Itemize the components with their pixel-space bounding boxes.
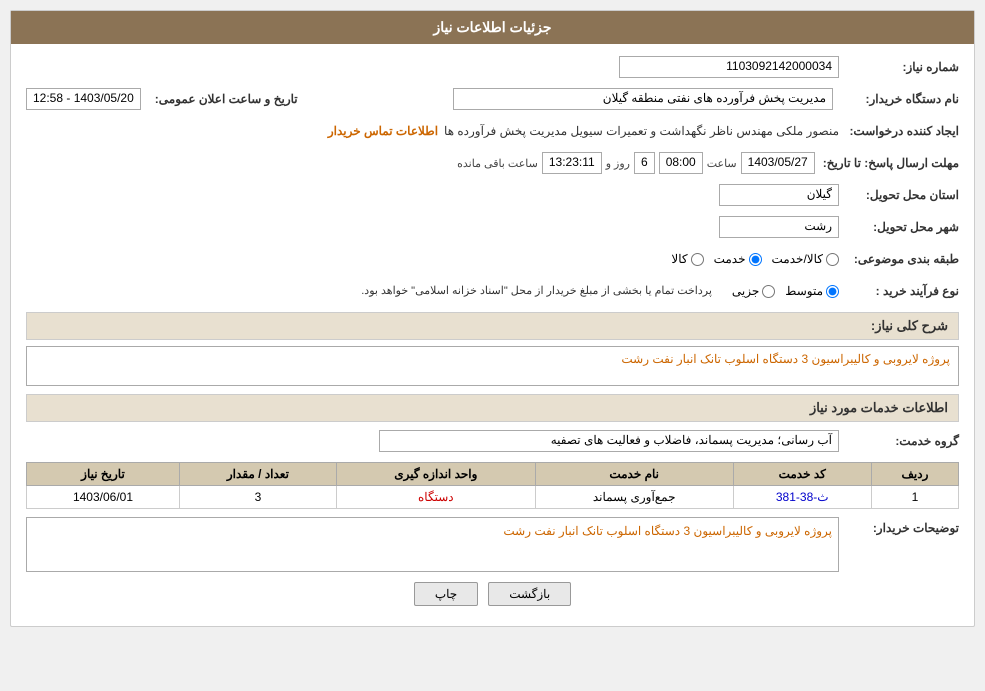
contact-link[interactable]: اطلاعات تماس خریدار [328, 124, 438, 138]
radio-mottavaset-label: متوسط [785, 284, 823, 298]
reply-date: 1403/05/27 [741, 152, 815, 174]
requester-value: منصور ملکی مهندس ناظر نگهداشت و تعمیرات … [444, 124, 839, 138]
city-value: رشت [719, 216, 839, 238]
cell-service-name: جمع‌آوری پسماند [535, 486, 733, 509]
province-value: گیلان [719, 184, 839, 206]
radio-jozei-label: جزیی [732, 284, 759, 298]
cell-row-num: 1 [871, 486, 958, 509]
radio-kala-input[interactable] [691, 253, 704, 266]
radio-khedmat-label: خدمت [714, 252, 746, 266]
radio-mottavaset[interactable]: متوسط [785, 284, 839, 298]
services-table: ردیف کد خدمت نام خدمت واحد اندازه گیری ت… [26, 462, 959, 509]
cell-unit: دستگاه [336, 486, 535, 509]
cell-service-code: ث-38-381 [733, 486, 871, 509]
purchase-note: پرداخت تمام یا بخشی از مبلغ خریدار از مح… [361, 284, 712, 297]
reply-deadline-label: مهلت ارسال پاسخ: تا تاریخ: [815, 156, 959, 170]
reply-remaining-label: ساعت باقی مانده [457, 157, 538, 170]
col-quantity: تعداد / مقدار [179, 463, 336, 486]
reply-time: 08:00 [659, 152, 703, 174]
print-button[interactable]: چاپ [414, 582, 478, 606]
radio-kala-khedmat-input[interactable] [826, 253, 839, 266]
services-info-header: اطلاعات خدمات مورد نیاز [26, 394, 959, 422]
radio-kala-label: کالا [671, 252, 687, 266]
province-label: استان محل تحویل: [839, 188, 959, 202]
need-number-value: 1103092142000034 [619, 56, 839, 78]
buyer-desc-value: پروژه لایروبی و کالیبراسیون 3 دستگاه اسل… [26, 517, 839, 572]
reply-remaining: 13:23:11 [542, 152, 602, 174]
page-title: جزئیات اطلاعات نیاز [11, 11, 974, 44]
purchase-type-label: نوع فرآیند خرید : [839, 284, 959, 298]
radio-khedmat-input[interactable] [749, 253, 762, 266]
service-group-value: آب رسانی؛ مدیریت پسماند، فاضلاب و فعالیت… [379, 430, 839, 452]
service-group-label: گروه خدمت: [839, 434, 959, 448]
cell-quantity: 3 [179, 486, 336, 509]
requester-label: ایجاد کننده درخواست: [839, 124, 959, 138]
back-button[interactable]: بازگشت [488, 582, 571, 606]
reply-time-label: ساعت [707, 157, 737, 170]
button-row: بازگشت چاپ [26, 582, 959, 606]
need-desc-value: پروژه لایروبی و کالیبراسیون 3 دستگاه اسل… [26, 346, 959, 386]
need-number-label: شماره نیاز: [839, 60, 959, 74]
need-desc-section-header: شرح کلی نیاز: [26, 312, 959, 340]
radio-jozei[interactable]: جزیی [732, 284, 775, 298]
radio-mottavaset-input[interactable] [826, 285, 839, 298]
table-row: 1 ث-38-381 جمع‌آوری پسماند دستگاه 3 1403… [27, 486, 959, 509]
radio-kala[interactable]: کالا [671, 252, 703, 266]
radio-jozei-input[interactable] [762, 285, 775, 298]
cell-date: 1403/06/01 [27, 486, 180, 509]
radio-kala-khedmat-label: کالا/خدمت [772, 252, 823, 266]
radio-kala-khedmat[interactable]: کالا/خدمت [772, 252, 839, 266]
radio-khedmat[interactable]: خدمت [714, 252, 762, 266]
category-label: طبقه بندی موضوعی: [839, 252, 959, 266]
col-row-num: ردیف [871, 463, 958, 486]
col-unit: واحد اندازه گیری [336, 463, 535, 486]
col-service-name: نام خدمت [535, 463, 733, 486]
col-date: تاریخ نیاز [27, 463, 180, 486]
reply-days: 6 [634, 152, 655, 174]
need-desc-label: شرح کلی نیاز: [871, 318, 948, 333]
buyer-org-value: مدیریت پخش فرآورده های نفتی منطقه گیلان [453, 88, 833, 110]
date-announce-value: 1403/05/20 - 12:58 [26, 88, 141, 110]
buyer-desc-label: توضیحات خریدار: [839, 517, 959, 535]
col-service-code: کد خدمت [733, 463, 871, 486]
city-label: شهر محل تحویل: [839, 220, 959, 234]
reply-days-label: روز و [606, 157, 630, 170]
buyer-org-label: نام دستگاه خریدار: [839, 92, 959, 106]
date-announce-label: تاریخ و ساعت اعلان عمومی: [147, 92, 298, 106]
